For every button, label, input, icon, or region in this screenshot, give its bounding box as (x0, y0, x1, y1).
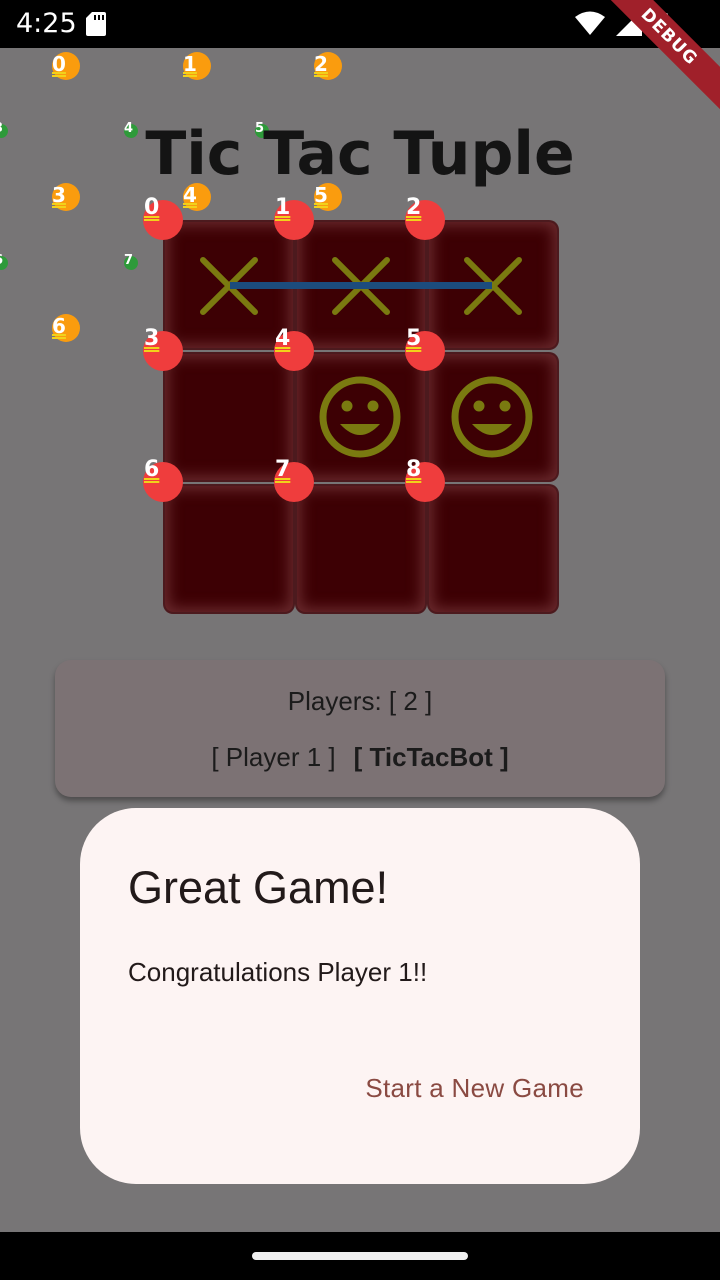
debug-marker: 1 (183, 52, 211, 80)
status-time: 4:25 (16, 8, 77, 39)
game-over-dialog: Great Game! Congratulations Player 1!! S… (80, 808, 640, 1184)
players-card: Players: [ 2 ] [ Player 1 ] [ TicTacBot ] (55, 660, 665, 797)
cell-index-marker: 5 (405, 326, 445, 371)
dialog-message: Congratulations Player 1!! (128, 957, 428, 987)
smiley-icon (451, 376, 533, 458)
cell-index-marker: 1 (274, 195, 314, 240)
debug-marker: 7 (124, 254, 138, 270)
cell-index-marker: 4 (274, 326, 314, 371)
sd-card-icon (86, 12, 106, 36)
player-1-label: [ Player 1 ] (211, 742, 336, 772)
page-title: Tic Tac Tuple (145, 119, 575, 189)
players-list: [ Player 1 ] [ TicTacBot ] (55, 740, 665, 774)
winning-line (230, 282, 492, 289)
board-cell-5[interactable] (429, 354, 557, 480)
cell-index-marker: 0 (143, 195, 183, 240)
board-cell-6[interactable] (165, 486, 293, 612)
status-bar: 4:25 (0, 0, 720, 48)
debug-marker: 6 (0, 254, 8, 270)
debug-marker: 2 (314, 52, 342, 80)
dialog-title: Great Game! (128, 862, 389, 913)
debug-marker: 0 (52, 52, 80, 80)
board-cell-7[interactable] (297, 486, 425, 612)
cell-index-marker: 6 (143, 457, 183, 502)
debug-marker: 6 (52, 314, 80, 342)
player-2-label: [ TicTacBot ] (353, 742, 509, 772)
cell-index-marker: 2 (405, 195, 445, 240)
cell-index-marker: 3 (143, 326, 183, 371)
start-new-game-button[interactable]: Start a New Game (365, 1064, 584, 1112)
home-handle[interactable] (252, 1252, 468, 1260)
board-cell-8[interactable] (429, 486, 557, 612)
game-board (163, 220, 558, 613)
cell-index-marker: 7 (274, 457, 314, 502)
cell-index-marker: 8 (405, 457, 445, 502)
players-count: Players: [ 2 ] (287, 686, 433, 716)
wifi-icon (575, 11, 606, 35)
board-cell-3[interactable] (165, 354, 293, 480)
